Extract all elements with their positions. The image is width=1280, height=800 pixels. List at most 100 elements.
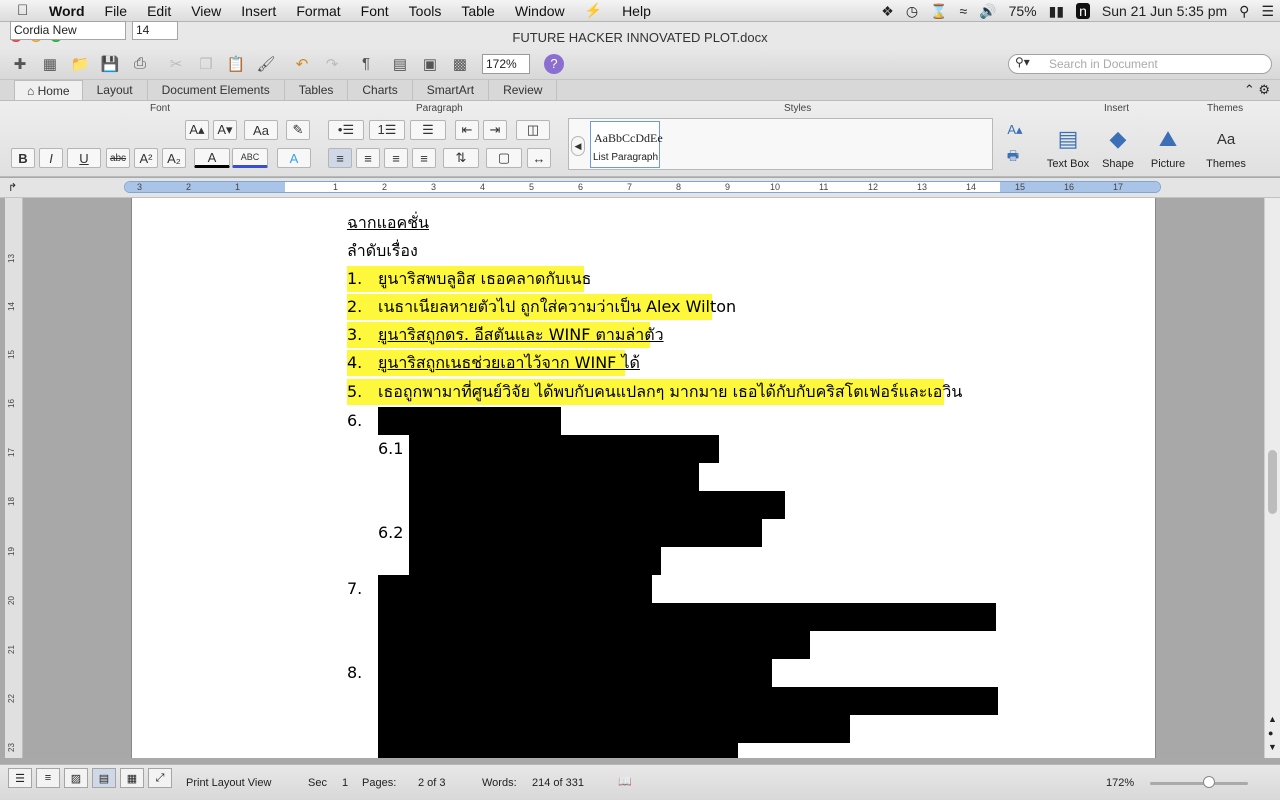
dropbox-icon[interactable]: ❖ (881, 3, 894, 20)
ribbon-settings-icon[interactable]: ⌃ ⚙ (1244, 82, 1270, 98)
browse-object-icon[interactable]: ● (1268, 728, 1273, 738)
menu-tools[interactable]: Tools (399, 3, 452, 19)
menu-edit[interactable]: Edit (137, 3, 181, 19)
bluetooth-icon[interactable]: ⌛ (930, 3, 947, 20)
prev-page-icon[interactable]: ▲ (1268, 714, 1277, 724)
tab-home[interactable]: ⌂ Home (14, 80, 83, 100)
underline-button[interactable]: U (67, 148, 101, 168)
columns-icon[interactable]: ◫ (516, 120, 550, 140)
redo-icon[interactable]: ↷ (320, 53, 344, 75)
script-menu-icon[interactable]: ⚡ (575, 2, 612, 19)
menu-insert[interactable]: Insert (231, 3, 286, 19)
print-icon[interactable]: ⎙ (128, 53, 152, 75)
subscript-button[interactable]: A₂ (162, 148, 186, 168)
numbering-icon[interactable]: 1☰ (369, 120, 405, 140)
grow-font-icon[interactable]: A▴ (185, 120, 209, 140)
strikethrough-button[interactable]: abc (106, 148, 130, 168)
insert-shape-button[interactable]: ◆ Shape (1092, 124, 1144, 170)
change-case-icon[interactable]: Aa (244, 120, 278, 140)
copy-icon[interactable]: ❐ (194, 53, 218, 75)
line-spacing-icon[interactable]: ⇅ (443, 148, 479, 168)
next-page-icon[interactable]: ▼ (1268, 742, 1277, 752)
notification-center-icon[interactable]: ☰ (1261, 3, 1274, 20)
align-center-button[interactable]: ≡ (356, 148, 380, 168)
shrink-font-icon[interactable]: A▾ (213, 120, 237, 140)
highlight-color-button[interactable]: ABC (232, 148, 268, 168)
styles-pane-icon[interactable]: 🖶 (1002, 148, 1024, 168)
borders-icon[interactable]: ▢ (486, 148, 522, 168)
cut-icon[interactable]: ✂ (164, 53, 188, 75)
menu-table[interactable]: Table (451, 3, 504, 19)
publishing-view-button[interactable]: ▨ (64, 768, 88, 788)
clock[interactable]: Sun 21 Jun 5:35 pm (1102, 3, 1227, 19)
menu-help[interactable]: Help (612, 3, 661, 19)
styles-prev-icon[interactable]: ◀ (571, 136, 585, 156)
menu-format[interactable]: Format (286, 3, 350, 19)
view-layout-icon[interactable]: ▤ (388, 53, 412, 75)
wifi-icon[interactable]: ≈ (959, 3, 967, 19)
italic-button[interactable]: I (39, 148, 63, 168)
proofing-error-icon[interactable]: 📖 (618, 775, 632, 788)
menu-font[interactable]: Font (351, 3, 399, 19)
toolbox-icon[interactable]: ▩ (448, 53, 472, 75)
battery-percent[interactable]: 75% (1009, 3, 1037, 19)
input-source-icon[interactable]: n (1076, 3, 1090, 19)
spotlight-icon[interactable]: ⚲ (1239, 3, 1249, 20)
full-screen-view-button[interactable]: ⤢ (148, 768, 172, 788)
zoom-slider-knob[interactable] (1203, 776, 1215, 788)
search-in-document-input[interactable]: ⚲▾ Search in Document (1008, 54, 1272, 74)
new-document-icon[interactable]: ✚ (8, 53, 32, 75)
apple-icon[interactable]:  (17, 2, 39, 19)
notebook-view-button[interactable]: ▦ (120, 768, 144, 788)
insert-picture-button[interactable]: ⛰ Picture (1142, 124, 1194, 170)
tab-smartart[interactable]: SmartArt (413, 80, 490, 100)
tab-review[interactable]: Review (489, 80, 558, 100)
bold-button[interactable]: B (11, 148, 35, 168)
tab-tables[interactable]: Tables (285, 80, 349, 100)
font-color-button[interactable]: A (194, 148, 230, 168)
increase-indent-icon[interactable]: ⇥ (483, 120, 507, 140)
zoom-select[interactable]: 172% (482, 53, 530, 74)
draft-view-button[interactable]: ☰ (8, 768, 32, 788)
decrease-indent-icon[interactable]: ⇤ (455, 120, 479, 140)
pilcrow-icon[interactable]: ¶ (354, 53, 378, 75)
ruler-track[interactable]: 321 123 456 789 10 11 12 13 14 15 16 17 (124, 181, 1161, 193)
undo-icon[interactable]: ↶ (290, 53, 314, 75)
superscript-button[interactable]: A² (134, 148, 158, 168)
font-size-select[interactable]: 14 (132, 21, 178, 40)
bullets-icon[interactable]: •☰ (328, 120, 364, 140)
align-right-button[interactable]: ≡ (384, 148, 408, 168)
zoom-slider[interactable] (1150, 782, 1248, 785)
format-painter-icon[interactable]: 🖌 (254, 53, 278, 75)
templates-icon[interactable]: ▦ (38, 53, 62, 75)
sidebar-icon[interactable]: ▣ (418, 53, 442, 75)
menu-app-name[interactable]: Word (39, 3, 95, 19)
volume-icon[interactable]: 🔊 (979, 3, 996, 20)
font-name-select[interactable]: Cordia New (10, 21, 126, 40)
text-direction-icon[interactable]: ↔ (527, 148, 551, 168)
menu-view[interactable]: View (181, 3, 231, 19)
tab-document-elements[interactable]: Document Elements (148, 80, 285, 100)
tab-layout[interactable]: Layout (83, 80, 148, 100)
outline-view-button[interactable]: ≡ (36, 768, 60, 788)
menu-file[interactable]: File (95, 3, 138, 19)
search-icon[interactable]: ⚲▾ (1015, 55, 1030, 69)
document-page[interactable]: ฉากแอคชั่น ลำดับเรื่อง 1. ยูนาริสพบลูอิส… (131, 198, 1156, 758)
paste-icon[interactable]: 📋 (224, 53, 248, 75)
manage-styles-icon[interactable]: A▴ (1002, 120, 1028, 140)
vertical-scrollbar[interactable]: ▲ ● ▼ (1264, 198, 1280, 758)
clear-formatting-icon[interactable]: ✎ (286, 120, 310, 140)
save-icon[interactable]: 💾 (98, 53, 122, 75)
themes-button[interactable]: Aa Themes (1200, 124, 1252, 171)
tab-selector-icon[interactable]: ↱ (8, 181, 17, 194)
style-list-paragraph[interactable]: AaBbCcDdEe List Paragraph (590, 121, 663, 168)
help-icon[interactable]: ? (544, 53, 564, 74)
justify-button[interactable]: ≡ (412, 148, 436, 168)
align-left-button[interactable]: ≡ (328, 148, 352, 168)
time-machine-icon[interactable]: ◷ (906, 3, 918, 20)
insert-text-box-button[interactable]: ▤ Text Box (1042, 124, 1094, 170)
menu-window[interactable]: Window (505, 3, 575, 19)
text-effects-button[interactable]: A (277, 148, 311, 168)
open-folder-icon[interactable]: 📁 (68, 53, 92, 75)
multilevel-list-icon[interactable]: ☰ (410, 120, 446, 140)
